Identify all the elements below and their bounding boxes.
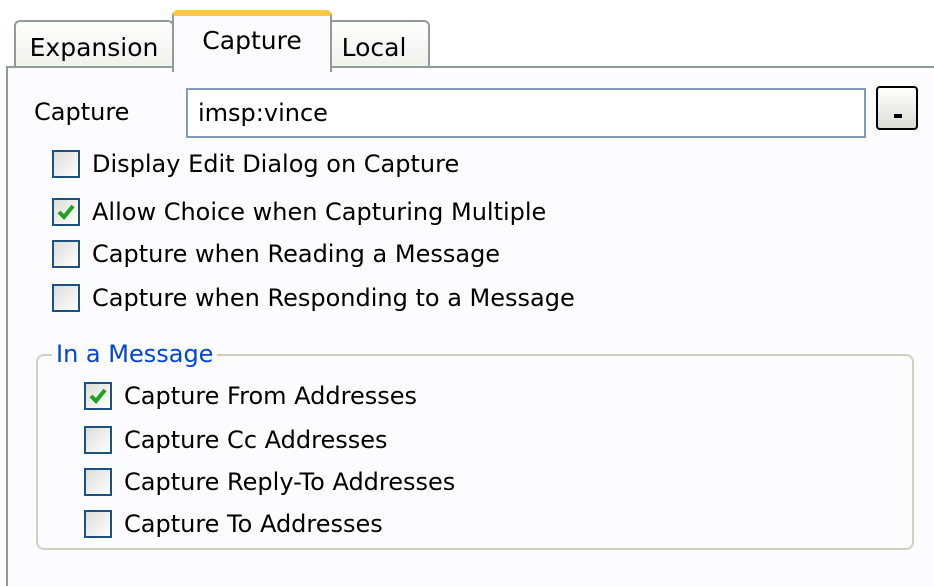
capture-to-label: Capture To Addresses <box>124 510 383 538</box>
capture-responding-label: Capture when Responding to a Message <box>92 284 575 312</box>
checkmark-icon <box>57 204 75 220</box>
display-edit-dialog-label: Display Edit Dialog on Capture <box>92 150 460 178</box>
capture-dropdown-button[interactable] <box>876 86 918 130</box>
capture-input[interactable]: imsp:vince <box>186 88 866 138</box>
dropdown-icon <box>894 114 902 118</box>
capture-cc-label: Capture Cc Addresses <box>124 426 388 454</box>
in-a-message-title: In a Message <box>52 340 218 368</box>
capture-from-label: Capture From Addresses <box>124 382 417 410</box>
capture-reply-to-label: Capture Reply-To Addresses <box>124 468 456 496</box>
tab-local[interactable]: Local <box>318 20 430 72</box>
checkmark-icon <box>89 388 107 404</box>
tab-capture[interactable]: Capture <box>172 10 332 72</box>
capture-reply-to-checkbox[interactable] <box>84 468 112 496</box>
display-edit-dialog-checkbox[interactable] <box>52 150 80 178</box>
tab-strip: Expansion Local Capture <box>14 10 934 72</box>
capture-to-checkbox[interactable] <box>84 510 112 538</box>
capture-reading-checkbox[interactable] <box>52 240 80 268</box>
allow-choice-label: Allow Choice when Capturing Multiple <box>92 198 547 226</box>
allow-choice-checkbox[interactable] <box>52 198 80 226</box>
capture-cc-checkbox[interactable] <box>84 426 112 454</box>
tab-expansion[interactable]: Expansion <box>14 20 174 72</box>
capture-label: Capture <box>34 98 130 126</box>
capture-from-checkbox[interactable] <box>84 382 112 410</box>
capture-responding-checkbox[interactable] <box>52 284 80 312</box>
capture-reading-label: Capture when Reading a Message <box>92 240 501 268</box>
